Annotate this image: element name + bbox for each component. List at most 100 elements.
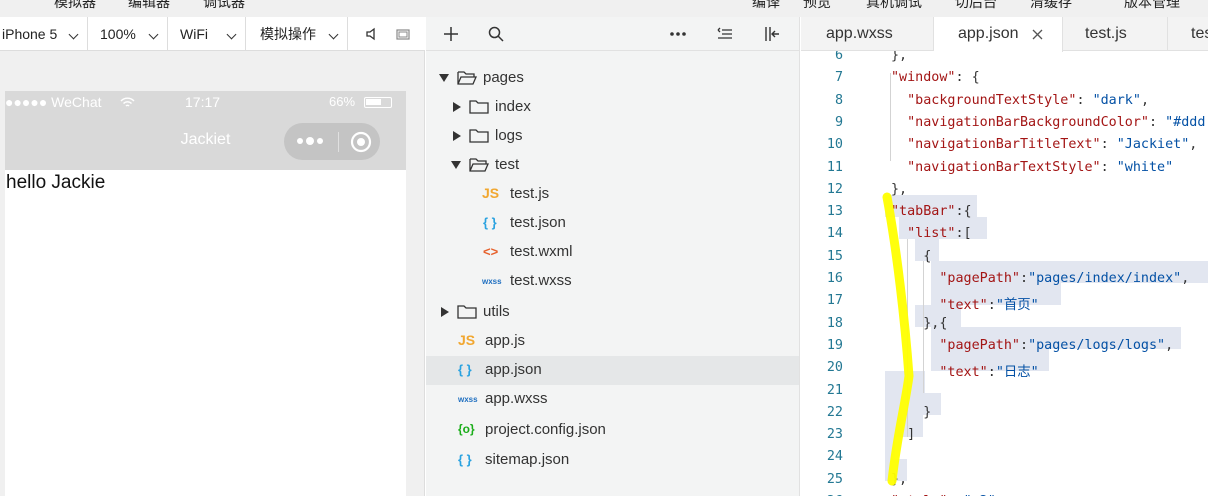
tree-folder-test[interactable]: test (426, 151, 799, 180)
tree-label: logs (495, 127, 523, 144)
tree-label: test.wxss (510, 272, 572, 289)
config-file-icon: {o} (458, 422, 475, 436)
tab-label: app.wxss (826, 25, 893, 42)
simulator-panel: iPhone 5 100% WiFi 模拟操作 ●●●●● WeChat 17:… (0, 17, 425, 496)
tab-label: app.json (958, 25, 1019, 42)
tree-label: utils (483, 303, 510, 320)
page-content: hello Jackie (6, 172, 106, 193)
carrier-text: ●●●●● WeChat (5, 94, 102, 110)
tree-label: index (495, 98, 531, 115)
collapse-all-icon[interactable] (717, 26, 733, 42)
tab-test-js[interactable]: test.js (1063, 17, 1168, 51)
tree-label: pages (483, 69, 524, 86)
chevron-down-icon (226, 29, 237, 40)
expanded-arrow-icon (439, 74, 449, 82)
menu-remote-debug[interactable]: 真机调试 (866, 0, 922, 12)
operation-select[interactable]: 模拟操作 (246, 17, 348, 51)
chevron-down-icon (68, 29, 79, 40)
menu-background[interactable]: 切后台 (955, 0, 997, 12)
folder-open-icon (457, 71, 477, 85)
wxml-file-icon: <> (483, 244, 499, 259)
menu-preview[interactable]: 预览 (803, 0, 831, 12)
search-icon[interactable] (488, 26, 504, 42)
status-bar: ●●●●● WeChat 17:17 66% (5, 91, 406, 113)
folder-icon (457, 305, 477, 319)
tree-label: test.wxml (510, 243, 573, 260)
menu-simulator[interactable]: 模拟器 (54, 0, 96, 12)
wxss-file-icon: wxss (458, 395, 478, 404)
tree-folder-index[interactable]: index (426, 93, 799, 122)
chevron-down-icon (148, 29, 159, 40)
tree-file-test-wxss[interactable]: wxss test.wxss (426, 267, 799, 296)
json-file-icon: { } (458, 362, 472, 377)
tree-file-test-wxml[interactable]: <> test.wxml (426, 238, 799, 267)
volume-icon[interactable] (364, 26, 380, 42)
menu-compile[interactable]: 编译 (752, 0, 780, 12)
tree-label: test.json (510, 214, 566, 231)
navigation-bar: Jackiet (5, 113, 406, 170)
operation-select-value: 模拟操作 (260, 26, 316, 42)
device-select-value: iPhone 5 (2, 26, 58, 42)
split-panel-icon[interactable] (763, 25, 781, 43)
menu-editor[interactable]: 编辑器 (128, 0, 170, 12)
network-select-value: WiFi (180, 26, 208, 42)
tree-label: app.json (485, 361, 542, 378)
battery-level (366, 99, 381, 105)
collapsed-arrow-icon (453, 102, 461, 112)
tree-label: app.wxss (485, 390, 548, 407)
zoom-select-value: 100% (100, 26, 136, 42)
tree-label: test (495, 156, 520, 173)
tree-label: project.config.json (485, 421, 606, 438)
close-icon[interactable] (1032, 29, 1043, 40)
file-explorer: pages index logs test JS test.js { } tes… (426, 17, 800, 496)
tree-file-test-js[interactable]: JS test.js (426, 180, 799, 209)
status-time: 17:17 (185, 94, 221, 110)
tree-file-test-json[interactable]: { } test.json (426, 209, 799, 238)
js-file-icon: JS (482, 185, 500, 201)
tab-app-json[interactable]: app.json (934, 17, 1063, 52)
battery-percent: 66% (329, 94, 356, 109)
capsule-divider (338, 132, 339, 152)
tab-label: tes (1191, 25, 1208, 42)
collapsed-arrow-icon (453, 131, 461, 141)
code-area[interactable]: 67891011121314151617181920212223242526 }… (801, 51, 1208, 496)
tree-file-app-json[interactable]: { } app.json (426, 356, 799, 385)
explorer-toolbar (426, 17, 800, 51)
js-file-icon: JS (458, 332, 476, 348)
json-file-icon: { } (458, 452, 472, 467)
tree-folder-logs[interactable]: logs (426, 122, 799, 151)
collapsed-arrow-icon (441, 307, 449, 317)
phone-screen: ●●●●● WeChat 17:17 66% Jackiet hello Jac… (5, 91, 406, 496)
more-dots-icon[interactable] (296, 136, 326, 146)
menu-version[interactable]: 版本管理 (1124, 0, 1180, 12)
window-icon[interactable] (395, 26, 411, 42)
more-icon[interactable] (670, 29, 686, 39)
folder-open-icon (469, 158, 489, 172)
tree-file-project-config[interactable]: {o} project.config.json (426, 416, 799, 445)
top-menu-bar: 模拟器 编辑器 调试器 编译 预览 真机调试 切后台 清缓存 版本管理 (0, 0, 1208, 17)
tab-label: test.js (1085, 25, 1127, 42)
zoom-select[interactable]: 100% (88, 17, 168, 51)
tree-label: test.js (510, 185, 550, 202)
tree-folder-pages[interactable]: pages (426, 64, 799, 93)
folder-icon (469, 129, 489, 143)
tree-file-app-js[interactable]: JS app.js (426, 327, 799, 356)
tree-file-app-wxss[interactable]: wxss app.wxss (426, 385, 799, 414)
menu-clear-cache[interactable]: 清缓存 (1030, 0, 1072, 12)
tree-label: sitemap.json (485, 451, 570, 468)
json-file-icon: { } (483, 215, 497, 230)
tab-app-wxss[interactable]: app.wxss (801, 17, 934, 51)
tree-file-sitemap-json[interactable]: { } sitemap.json (426, 446, 799, 475)
close-app-icon[interactable] (350, 131, 372, 153)
folder-icon (469, 100, 489, 114)
device-select[interactable]: iPhone 5 (0, 17, 88, 51)
add-icon[interactable] (443, 26, 459, 42)
highlight-marker-stroke (882, 192, 914, 486)
tab-test-partial[interactable]: tes (1168, 17, 1208, 51)
battery-icon (364, 97, 392, 108)
tree-folder-utils[interactable]: utils (426, 298, 799, 327)
network-select[interactable]: WiFi (168, 17, 246, 51)
menu-debugger[interactable]: 调试器 (203, 0, 245, 12)
editor-tabs: app.wxss app.json test.js tes (801, 17, 1208, 52)
simulator-toolbar: iPhone 5 100% WiFi 模拟操作 (0, 17, 425, 51)
